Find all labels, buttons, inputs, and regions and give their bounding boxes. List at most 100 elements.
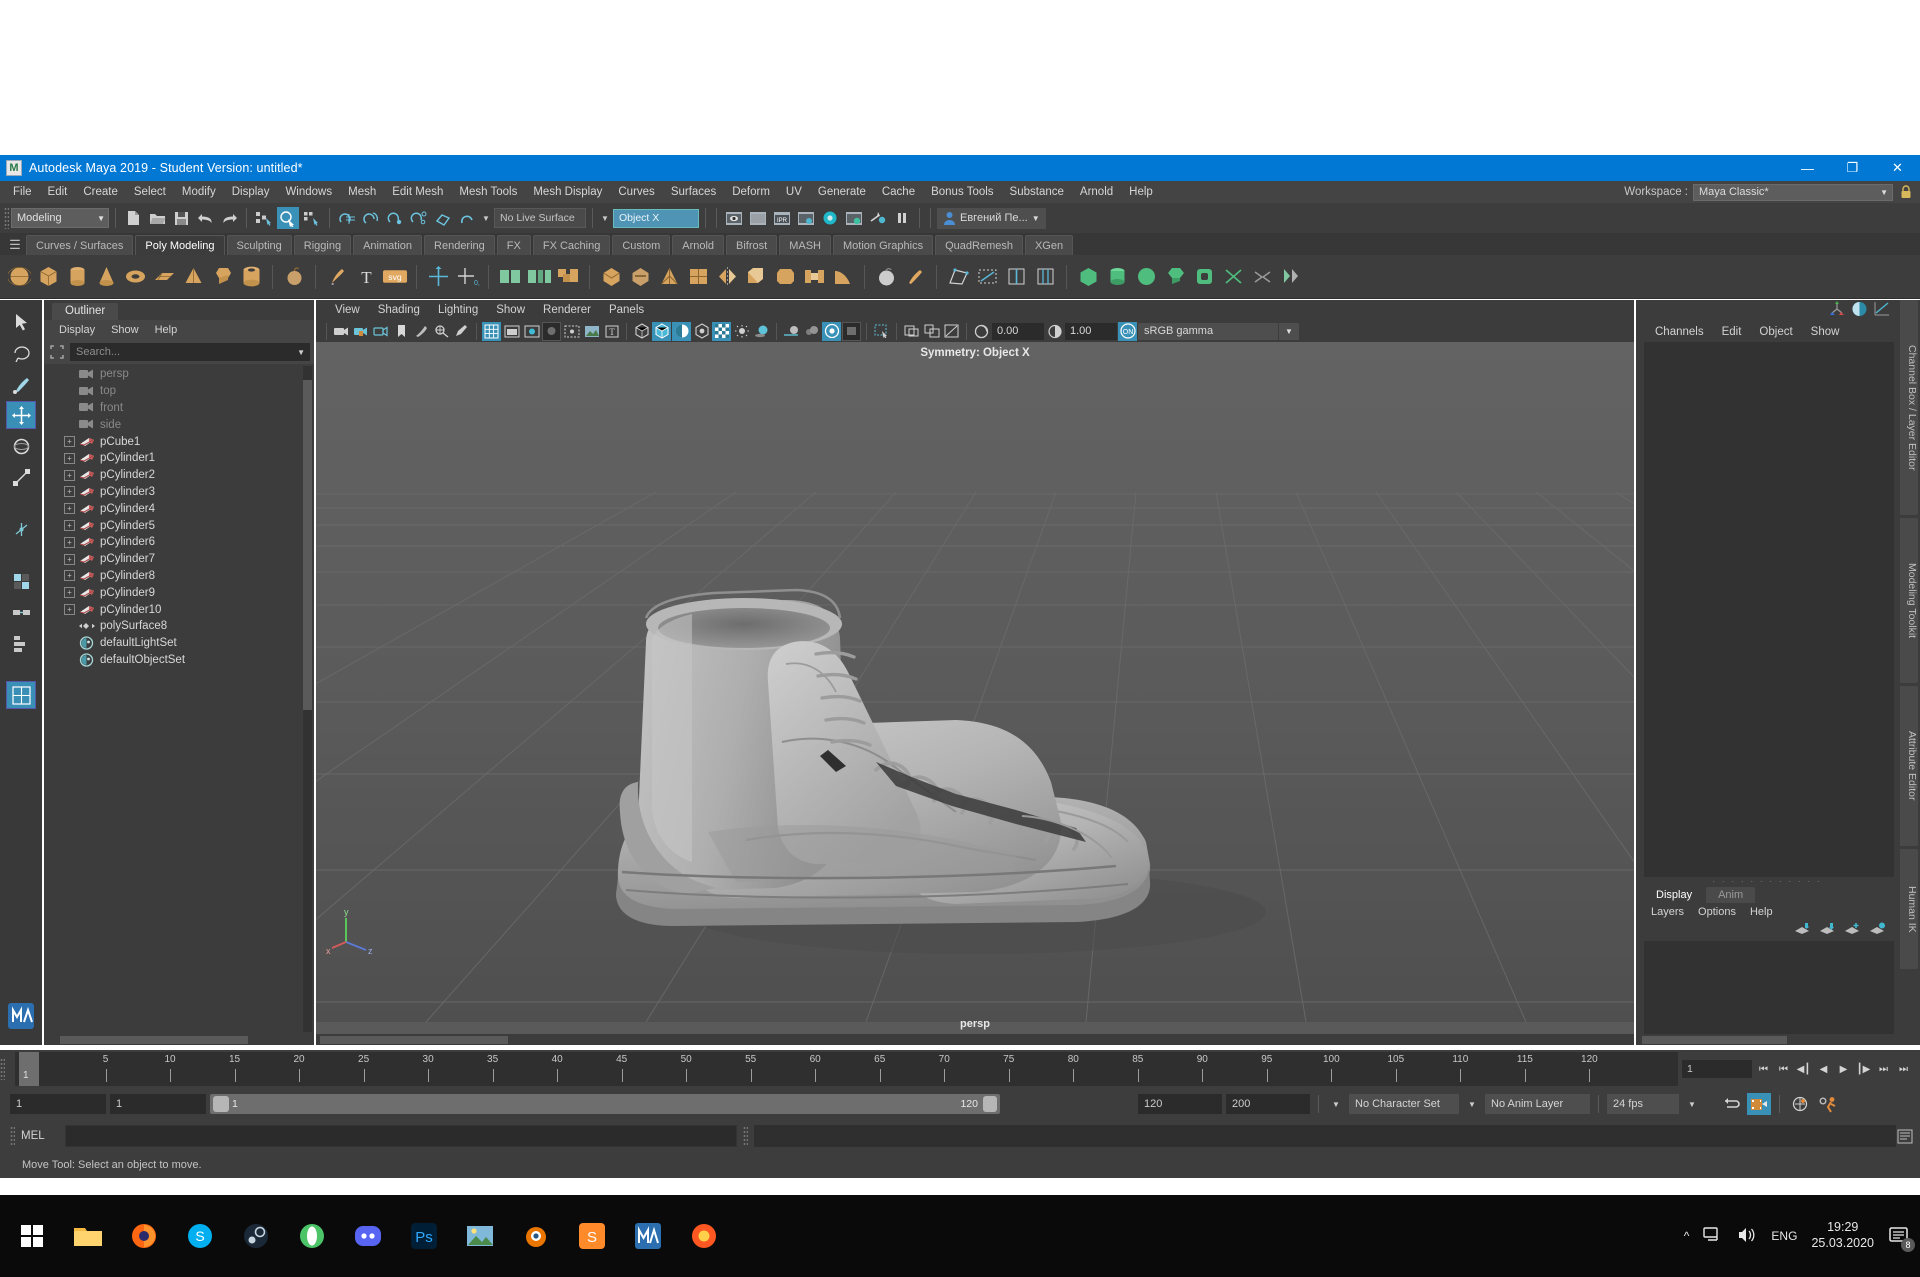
- language-indicator[interactable]: ENG: [1771, 1229, 1797, 1243]
- menu-substance[interactable]: Substance: [1002, 183, 1072, 201]
- menu-help[interactable]: Help: [1121, 183, 1161, 201]
- menuset-select[interactable]: Modeling ▼: [11, 208, 109, 228]
- play-forwards-icon[interactable]: ▶: [1835, 1060, 1852, 1078]
- outliner-menu-display[interactable]: Display: [52, 322, 102, 338]
- poly-cube-icon[interactable]: [35, 264, 61, 290]
- resolution-gate-icon[interactable]: [522, 322, 541, 341]
- go-to-start-icon[interactable]: ⏮: [1755, 1060, 1772, 1078]
- viewport-menu-view[interactable]: View: [326, 302, 369, 318]
- channelbox-menu-show[interactable]: Show: [1802, 324, 1849, 340]
- shelf-tab-fx[interactable]: FX: [497, 235, 531, 255]
- mesh-boolean-icon[interactable]: [555, 264, 581, 290]
- layer-menu-options[interactable]: Options: [1691, 905, 1743, 919]
- viewport-layout-icon[interactable]: [6, 681, 36, 709]
- poly-green-sphere-icon[interactable]: [1133, 264, 1159, 290]
- color-management-on-icon[interactable]: ON: [1118, 322, 1137, 341]
- mirror-mesh-icon[interactable]: [714, 264, 740, 290]
- poly-pyramid-icon[interactable]: [180, 264, 206, 290]
- command-result-field[interactable]: [754, 1125, 1896, 1147]
- universal-manipulator-icon[interactable]: [6, 515, 36, 543]
- expand-toggle-icon[interactable]: +: [64, 570, 75, 581]
- go-to-end-icon[interactable]: ⏭: [1895, 1060, 1912, 1078]
- smooth-mesh-icon[interactable]: [598, 264, 624, 290]
- select-camera-icon[interactable]: [332, 322, 351, 341]
- range-start-handle[interactable]: [213, 1096, 229, 1112]
- hud-text-icon[interactable]: T: [602, 322, 621, 341]
- step-back-key-icon[interactable]: ⏮: [1775, 1060, 1792, 1078]
- menu-surfaces[interactable]: Surfaces: [663, 183, 724, 201]
- minimize-button[interactable]: —: [1785, 155, 1830, 181]
- snap-point-icon[interactable]: [384, 207, 406, 229]
- menu-deform[interactable]: Deform: [724, 183, 778, 201]
- menu-arnold[interactable]: Arnold: [1072, 183, 1121, 201]
- animation-end-field[interactable]: 200: [1226, 1094, 1310, 1114]
- expand-toggle-icon[interactable]: +: [64, 470, 75, 481]
- wireframe-shading-icon[interactable]: [632, 322, 651, 341]
- render-sequence-icon[interactable]: [747, 207, 769, 229]
- command-language-label[interactable]: MEL: [21, 1130, 59, 1142]
- shelf-tab-bifrost[interactable]: Bifrost: [726, 235, 777, 255]
- outliner-hscroll-track[interactable]: [44, 1034, 314, 1045]
- ao-icon[interactable]: [752, 322, 771, 341]
- grid-toggle-icon[interactable]: [482, 322, 501, 341]
- drag-handle[interactable]: [4, 207, 9, 229]
- quadrangulate-icon[interactable]: [685, 264, 711, 290]
- expand-toggle-icon[interactable]: +: [64, 604, 75, 615]
- paint-tool-icon[interactable]: [902, 264, 928, 290]
- extrude-icon[interactable]: [743, 264, 769, 290]
- range-end-field[interactable]: 120: [1138, 1094, 1222, 1114]
- command-splitter[interactable]: [743, 1126, 748, 1146]
- shelf-tab-curves-surfaces[interactable]: Curves / Surfaces: [26, 235, 133, 255]
- character-set-select[interactable]: No Character Set: [1349, 1094, 1459, 1114]
- motion-blur-icon[interactable]: [782, 322, 801, 341]
- outliner-menu-show[interactable]: Show: [104, 322, 146, 338]
- smooth-shading-icon[interactable]: [652, 322, 671, 341]
- outliner-item[interactable]: +pCube1: [44, 433, 314, 450]
- selection-name-field[interactable]: Object X: [613, 209, 699, 228]
- move-tool-icon[interactable]: [425, 264, 451, 290]
- render-settings-icon[interactable]: [795, 207, 817, 229]
- viewport-menu-renderer[interactable]: Renderer: [534, 302, 600, 318]
- duplicate-view-icon[interactable]: [922, 322, 941, 341]
- time-slider[interactable]: 1 51015202530354045505560657075808590951…: [15, 1052, 1678, 1086]
- layer-hscroll-thumb[interactable]: [1642, 1036, 1787, 1044]
- outliner-hscroll-thumb[interactable]: [60, 1036, 248, 1044]
- step-forward-key-icon[interactable]: ⏭: [1875, 1060, 1892, 1078]
- view-transform-icon[interactable]: [842, 322, 861, 341]
- current-time-indicator[interactable]: [19, 1052, 39, 1086]
- layer-tab-display[interactable]: Display: [1644, 887, 1704, 903]
- menu-cache[interactable]: Cache: [874, 183, 923, 201]
- outliner-item[interactable]: +pCylinder10: [44, 601, 314, 618]
- range-slider[interactable]: 1 120: [210, 1094, 1000, 1114]
- side-tab-modeling-toolkit[interactable]: Modeling Toolkit: [1900, 518, 1918, 683]
- outliner-item[interactable]: +pCylinder9: [44, 584, 314, 601]
- expand-toggle-icon[interactable]: +: [64, 537, 75, 548]
- lighting-icon[interactable]: [732, 322, 751, 341]
- animation-start-field[interactable]: 1: [10, 1094, 106, 1114]
- viewport-hscroll-thumb[interactable]: [320, 1036, 508, 1044]
- render-view-icon[interactable]: [723, 207, 745, 229]
- layer-move-down-icon[interactable]: [1819, 922, 1836, 940]
- expand-toggle-icon[interactable]: +: [64, 453, 75, 464]
- poly-green-prism-icon[interactable]: [1162, 264, 1188, 290]
- wedge-icon[interactable]: [830, 264, 856, 290]
- poly-plane-icon[interactable]: [151, 264, 177, 290]
- shelf-menu-icon[interactable]: ☰: [4, 235, 26, 255]
- select-component-icon[interactable]: [301, 207, 323, 229]
- move-tool-toolbox-icon[interactable]: [6, 401, 36, 429]
- menu-edit-mesh[interactable]: Edit Mesh: [384, 183, 451, 201]
- picture-viewer-icon[interactable]: [452, 1207, 508, 1265]
- soft-select-icon[interactable]: [6, 567, 36, 595]
- poly-connect-icon[interactable]: [1220, 264, 1246, 290]
- channelbox-content[interactable]: [1644, 342, 1894, 877]
- combine-mesh-icon[interactable]: [497, 264, 523, 290]
- layer-menu-help[interactable]: Help: [1743, 905, 1780, 919]
- triangulate-icon[interactable]: [656, 264, 682, 290]
- lock-icon[interactable]: [1898, 184, 1914, 201]
- opera-icon[interactable]: [284, 1207, 340, 1265]
- layer-menu-layers[interactable]: Layers: [1644, 905, 1691, 919]
- svg-tool-icon[interactable]: svg: [382, 264, 408, 290]
- expand-toggle-icon[interactable]: +: [64, 554, 75, 565]
- notification-center-icon[interactable]: 8: [1888, 1225, 1910, 1247]
- step-forward-frame-icon[interactable]: ┃▶: [1855, 1060, 1872, 1078]
